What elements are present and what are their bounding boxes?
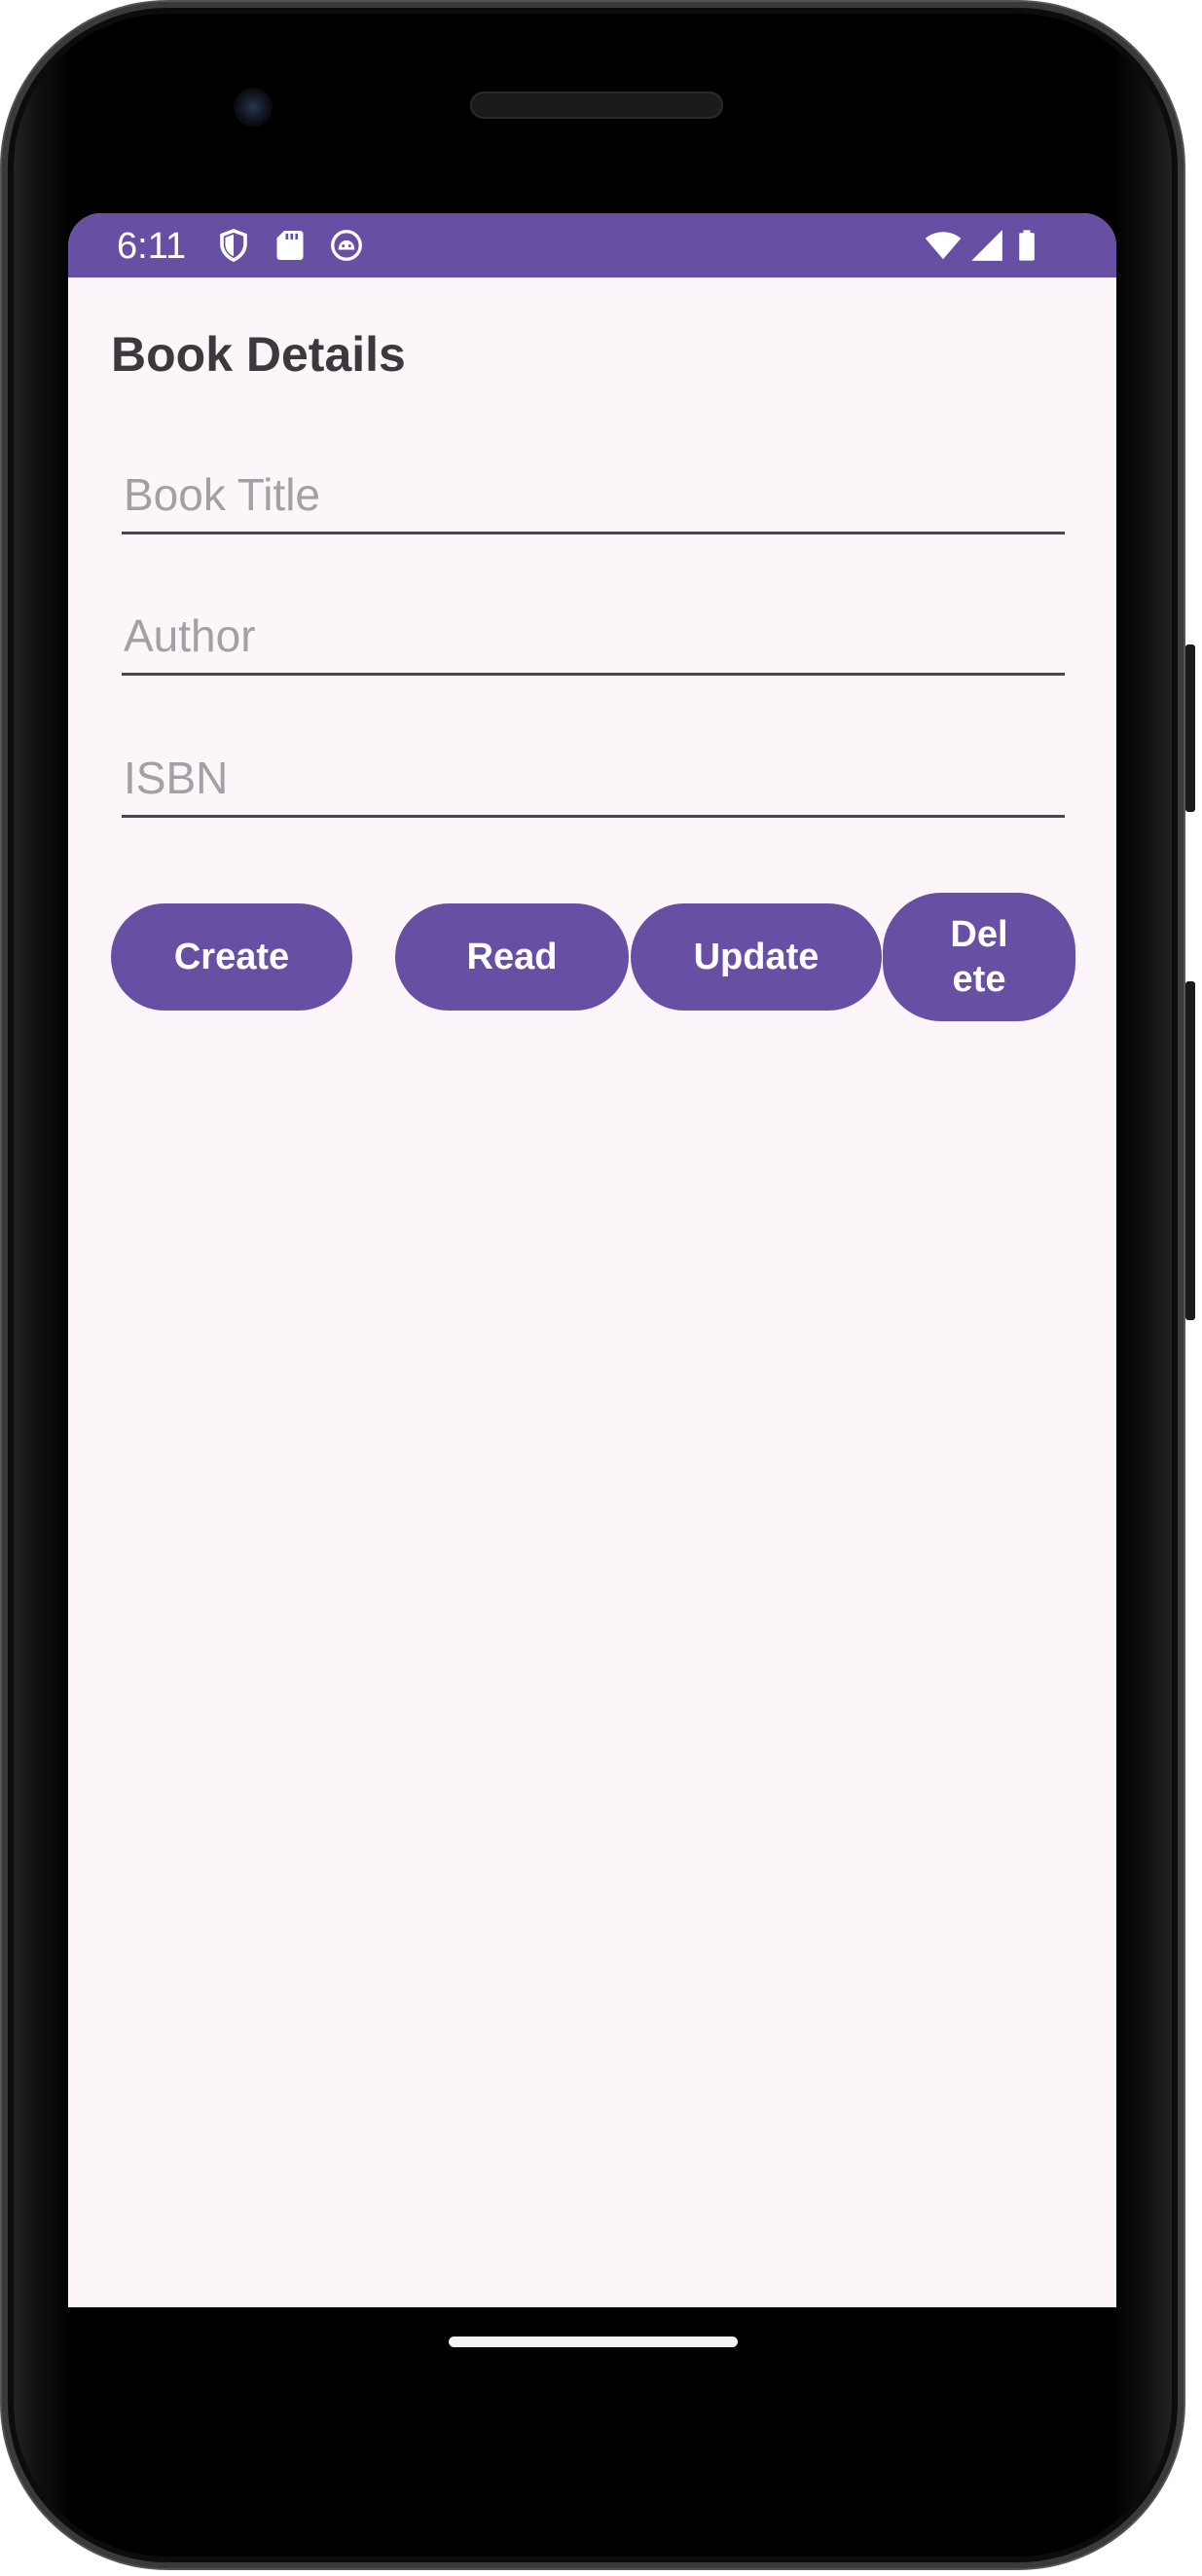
status-bar: 6:11 bbox=[68, 213, 1116, 277]
app-screen: 6:11 Book Details Book Title Author ISBN… bbox=[68, 213, 1116, 2307]
signal-icon bbox=[971, 230, 1002, 261]
android-debug-icon bbox=[331, 230, 362, 261]
isbn-input[interactable] bbox=[122, 740, 1065, 818]
author-input[interactable] bbox=[122, 598, 1065, 676]
home-indicator[interactable] bbox=[449, 2337, 738, 2347]
front-camera bbox=[234, 88, 273, 127]
battery-icon bbox=[1019, 230, 1035, 261]
create-button[interactable]: Create bbox=[111, 903, 352, 1011]
wifi-icon bbox=[925, 232, 962, 260]
book-title-input[interactable] bbox=[122, 457, 1065, 534]
power-button bbox=[1185, 981, 1195, 1320]
earpiece-speaker bbox=[470, 92, 723, 119]
update-button[interactable]: Update bbox=[631, 903, 882, 1011]
page-title: Book Details bbox=[111, 327, 406, 382]
read-button[interactable]: Read bbox=[395, 903, 629, 1011]
delete-button-label: Delete bbox=[950, 914, 1008, 1000]
volume-button bbox=[1185, 644, 1195, 812]
shield-icon bbox=[220, 229, 247, 262]
status-time: 6:11 bbox=[117, 226, 187, 267]
sd-card-icon bbox=[276, 231, 304, 260]
delete-button[interactable]: Delete bbox=[883, 893, 1075, 1021]
